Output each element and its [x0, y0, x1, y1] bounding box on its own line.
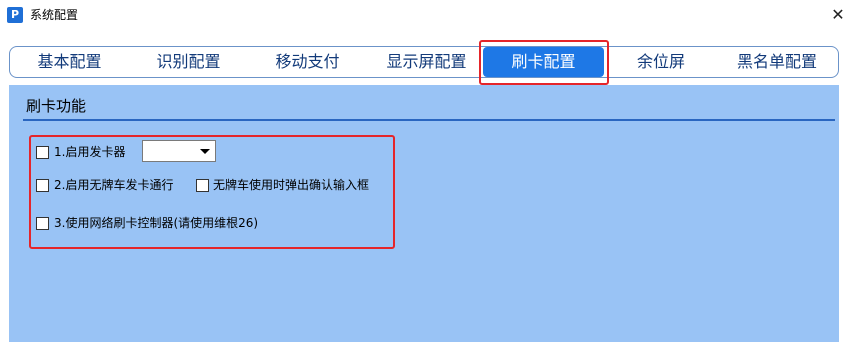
- network-card-controller-label: 3.使用网络刷卡控制器(请使用维根26): [54, 216, 259, 230]
- window-title: 系统配置: [30, 8, 79, 22]
- app-logo-icon: P: [7, 7, 23, 23]
- enable-unplated-card-pass-label: 2.启用无牌车发卡通行: [54, 178, 174, 192]
- enable-card-issuer-checkbox[interactable]: [36, 146, 49, 159]
- close-icon[interactable]: ✕: [822, 0, 854, 30]
- tab-display-config[interactable]: 显示屏配置: [369, 47, 484, 77]
- card-config-panel: [9, 85, 839, 342]
- tab-recognition-config[interactable]: 识别配置: [131, 47, 246, 77]
- tab-remaining-spaces-screen[interactable]: 余位屏: [608, 47, 714, 77]
- tab-blacklist-config[interactable]: 黑名单配置: [718, 47, 836, 77]
- title-bar: P 系统配置 ✕: [0, 0, 854, 30]
- tab-strip: 基本配置 识别配置 移动支付 显示屏配置 刷卡配置 余位屏 黑名单配置: [9, 46, 839, 78]
- section-divider: [23, 119, 835, 121]
- chevron-down-icon: [200, 149, 210, 154]
- app-logo-letter: P: [10, 8, 20, 21]
- unplated-confirm-popup-label: 无牌车使用时弹出确认输入框: [213, 178, 370, 192]
- section-title: 刷卡功能: [26, 97, 87, 115]
- enable-card-issuer-label: 1.启用发卡器: [54, 145, 126, 159]
- card-issuer-select[interactable]: [142, 140, 216, 162]
- network-card-controller-checkbox[interactable]: [36, 217, 49, 230]
- enable-unplated-card-pass-checkbox[interactable]: [36, 179, 49, 192]
- tab-card-config[interactable]: 刷卡配置: [483, 47, 604, 77]
- tab-basic-config[interactable]: 基本配置: [12, 47, 127, 77]
- unplated-confirm-popup-checkbox[interactable]: [196, 179, 209, 192]
- tab-mobile-payment[interactable]: 移动支付: [250, 47, 365, 77]
